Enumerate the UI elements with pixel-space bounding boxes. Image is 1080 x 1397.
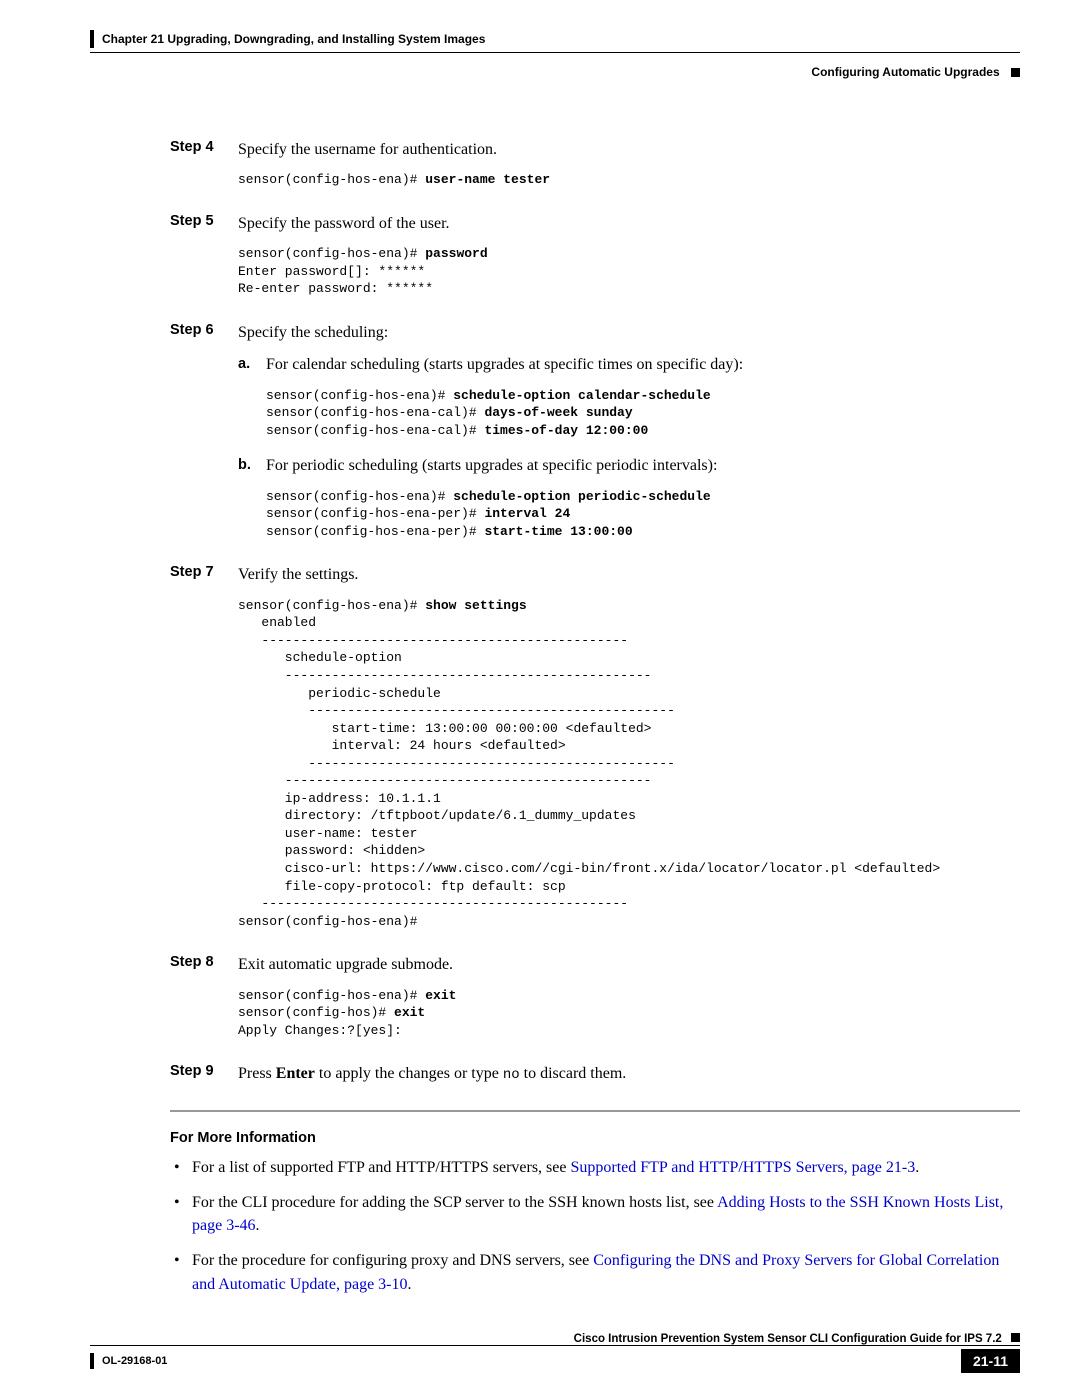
page-number-badge: 21-11 — [961, 1349, 1020, 1373]
step9-no: no — [503, 1067, 520, 1083]
fmi-bullet-1: For a list of supported FTP and HTTP/HTT… — [170, 1156, 1020, 1179]
step6b-code: sensor(config-hos-ena)# schedule-option … — [266, 488, 1020, 541]
fmi-bullet-2: For the CLI procedure for adding the SCP… — [170, 1191, 1020, 1237]
footer-doc-title: Cisco Intrusion Prevention System Sensor… — [574, 1333, 1002, 1345]
link-ftp-servers[interactable]: Supported FTP and HTTP/HTTPS Servers, pa… — [570, 1159, 915, 1176]
step8-text: Exit automatic upgrade submode. — [238, 956, 453, 973]
step6a-text: For calendar scheduling (starts upgrades… — [266, 356, 743, 373]
step6-text: Specify the scheduling: — [238, 324, 388, 341]
chapter-title: Chapter 21 Upgrading, Downgrading, and I… — [102, 32, 485, 46]
header-bar-icon — [90, 30, 94, 48]
step6b-text: For periodic scheduling (starts upgrades… — [266, 457, 717, 474]
footer-square-icon — [1011, 1333, 1020, 1342]
step-label-5: Step 5 — [170, 213, 238, 304]
step8-code: sensor(config-hos-ena)# exit sensor(conf… — [238, 987, 1020, 1040]
step9-mid: to apply the changes or type — [315, 1065, 503, 1082]
step6a-label: a. — [238, 354, 266, 445]
step9-pre: Press — [238, 1065, 276, 1082]
fmi-heading: For More Information — [170, 1130, 1020, 1146]
section-rule — [170, 1110, 1020, 1112]
footer-doc-id: OL-29168-01 — [102, 1355, 167, 1367]
header-rule — [90, 52, 1020, 53]
fmi-bullet-3: For the procedure for configuring proxy … — [170, 1249, 1020, 1295]
step7-text: Verify the settings. — [238, 566, 358, 583]
step6b-label: b. — [238, 455, 266, 546]
step4-code: sensor(config-hos-ena)# user-name tester — [238, 171, 1020, 189]
step-label-7: Step 7 — [170, 564, 238, 936]
step-label-9: Step 9 — [170, 1063, 238, 1086]
header-square-icon — [1011, 68, 1020, 77]
step7-code: sensor(config-hos-ena)# show settings en… — [238, 597, 1020, 930]
step6a-code: sensor(config-hos-ena)# schedule-option … — [266, 387, 1020, 440]
step-label-4: Step 4 — [170, 139, 238, 195]
step5-text: Specify the password of the user. — [238, 215, 450, 232]
footer-bar-icon — [90, 1353, 94, 1369]
step9-post: to discard them. — [520, 1065, 627, 1082]
step4-text: Specify the username for authentication. — [238, 141, 497, 158]
step-label-6: Step 6 — [170, 322, 238, 546]
step9-enter: Enter — [276, 1065, 315, 1082]
step-label-8: Step 8 — [170, 954, 238, 1045]
step5-code: sensor(config-hos-ena)# password Enter p… — [238, 245, 1020, 298]
section-title: Configuring Automatic Upgrades — [811, 65, 999, 79]
